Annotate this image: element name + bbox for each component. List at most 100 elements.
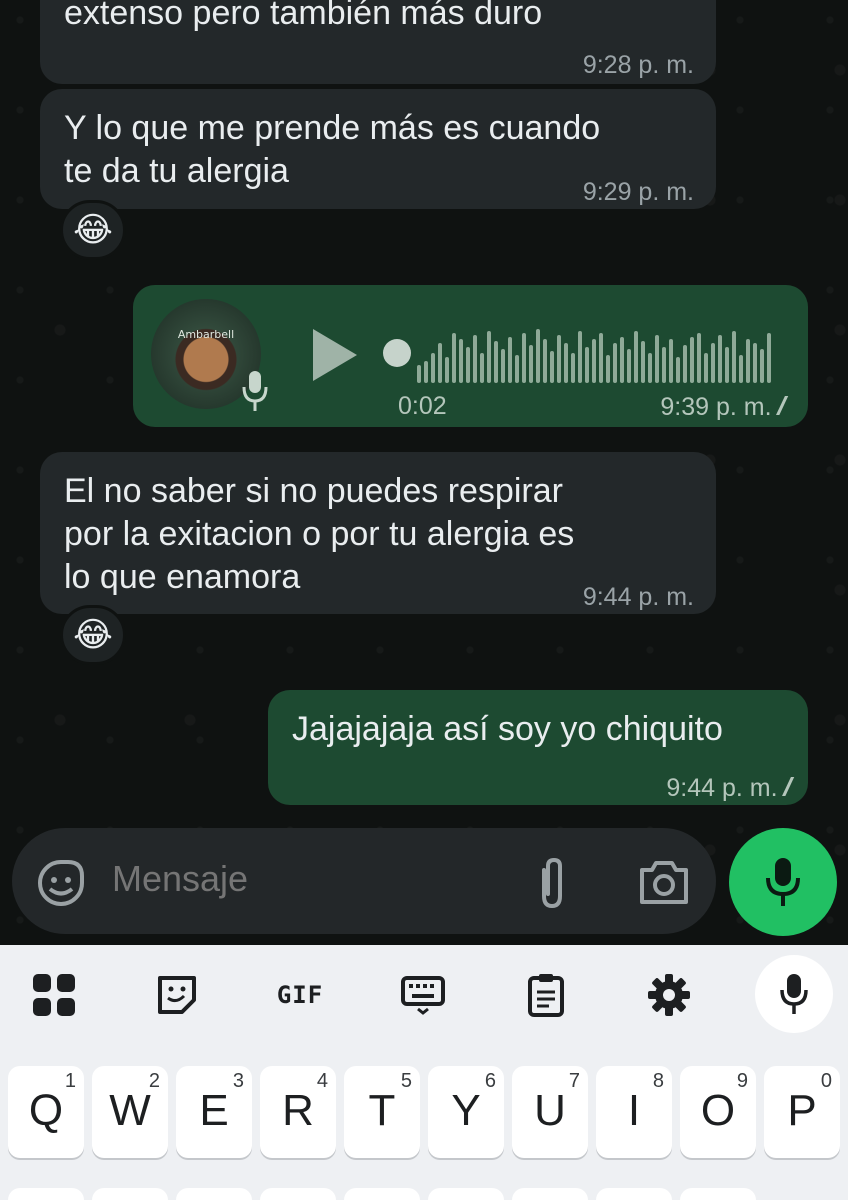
waveform-bar [760,349,764,383]
voice-message[interactable]: Ambarbell 0:02 9:39 p. m.// [133,285,808,427]
key-row-2-partial[interactable] [344,1188,420,1200]
avatar-label: Ambarbell [177,328,235,341]
key-e[interactable]: E3 [176,1066,252,1158]
waveform-bar [480,353,484,383]
sticker-icon[interactable] [36,858,86,908]
waveform-bar [466,347,470,383]
key-w[interactable]: W2 [92,1066,168,1158]
message-text: Y lo que me prende más es cuando te da t… [64,109,601,190]
waveform-bar [515,355,519,383]
incoming-message[interactable]: El no saber si no puedes respirar por la… [40,452,716,614]
key-row-2-partial[interactable] [260,1188,336,1200]
waveform-bar [683,345,687,383]
waveform-bar [494,341,498,383]
message-time: 9:39 p. m. [660,393,772,421]
keyboard-toolbar: GIF [0,945,848,1045]
key-row-2-partial[interactable] [596,1188,672,1200]
key-o[interactable]: O9 [680,1066,756,1158]
waveform-bar [669,339,673,383]
waveform-bar [571,353,575,383]
waveform-bar [438,343,442,383]
play-icon[interactable] [313,329,357,381]
waveform-bar [711,343,715,383]
outgoing-message[interactable]: Jajajajaja así soy yo chiquito 9:44 p. m… [268,690,808,805]
waveform[interactable] [417,323,777,383]
mic-icon [766,858,800,906]
key-row-2-partial[interactable] [176,1188,252,1200]
reaction-badge[interactable]: 😂 [60,605,126,665]
message-composer[interactable] [12,828,716,934]
key-u[interactable]: U7 [512,1066,588,1158]
camera-icon[interactable] [638,858,690,906]
key-p[interactable]: P0 [764,1066,840,1158]
key-r[interactable]: R4 [260,1066,336,1158]
apps-grid-icon[interactable] [22,967,86,1023]
waveform-bar [550,351,554,383]
message-input[interactable] [112,858,492,900]
reaction-badge[interactable]: 😂 [60,200,126,260]
waveform-bar [585,347,589,383]
waveform-bar [662,347,666,383]
waveform-scrubber[interactable] [383,339,411,367]
key-label: I [627,1086,641,1135]
key-label: Y [451,1086,481,1135]
waveform-bar [529,345,533,383]
incoming-message[interactable]: Y lo que me prende más es cuando te da t… [40,89,716,209]
voice-record-button[interactable] [729,828,837,936]
laughing-emoji-icon: 😂 [73,616,113,654]
waveform-bar [578,331,582,383]
key-i[interactable]: I8 [596,1066,672,1158]
key-row-2-partial[interactable] [428,1188,504,1200]
settings-gear-icon[interactable] [637,967,701,1023]
waveform-bar [725,347,729,383]
waveform-bar [487,331,491,383]
waveform-bar [634,331,638,383]
read-ticks-icon: // [783,772,794,802]
key-label: U [534,1086,566,1135]
key-row-2-partial[interactable] [680,1188,756,1200]
waveform-bar [459,339,463,383]
waveform-bar [501,349,505,383]
incoming-message[interactable]: extenso pero también más duro 9:28 p. m. [40,0,716,84]
waveform-bar [522,333,526,383]
gif-button[interactable]: GIF [268,967,332,1023]
key-label: O [700,1086,736,1135]
gif-label: GIF [276,981,324,1009]
waveform-bar [767,333,771,383]
waveform-bar [543,339,547,383]
message-time-row: 9:44 p. m.// [666,766,794,810]
key-number-hint: 1 [64,1070,76,1092]
waveform-bar [445,357,449,383]
waveform-bar [613,343,617,383]
key-row-2-partial[interactable] [512,1188,588,1200]
key-number-hint: 3 [232,1070,244,1092]
message-time: 9:44 p. m. [582,583,694,611]
voice-typing-button[interactable] [755,955,833,1033]
clipboard-icon[interactable] [514,967,578,1023]
key-row-2-partial[interactable] [8,1188,84,1200]
waveform-bar [536,329,540,383]
message-time-row: 9:39 p. m.// [660,385,787,429]
waveform-bar [557,335,561,383]
key-number-hint: 7 [568,1070,580,1092]
keyboard-icon[interactable] [391,967,455,1023]
key-y[interactable]: Y6 [428,1066,504,1158]
key-t[interactable]: T5 [344,1066,420,1158]
waveform-bar [417,365,421,383]
chat-area[interactable]: extenso pero también más duro 9:28 p. m.… [0,0,848,945]
waveform-bar [690,337,694,383]
key-label: W [109,1086,151,1135]
key-row-2-partial[interactable] [92,1188,168,1200]
waveform-bar [732,331,736,383]
attach-icon[interactable] [532,856,572,910]
key-label: T [368,1086,396,1135]
waveform-bar [564,343,568,383]
waveform-bar [620,337,624,383]
voice-duration: 0:02 [398,392,447,420]
sticker-icon[interactable] [145,967,209,1023]
key-number-hint: 6 [484,1070,496,1092]
waveform-bar [606,355,610,383]
waveform-bar [641,341,645,383]
waveform-bar [697,333,701,383]
key-q[interactable]: Q1 [8,1066,84,1158]
